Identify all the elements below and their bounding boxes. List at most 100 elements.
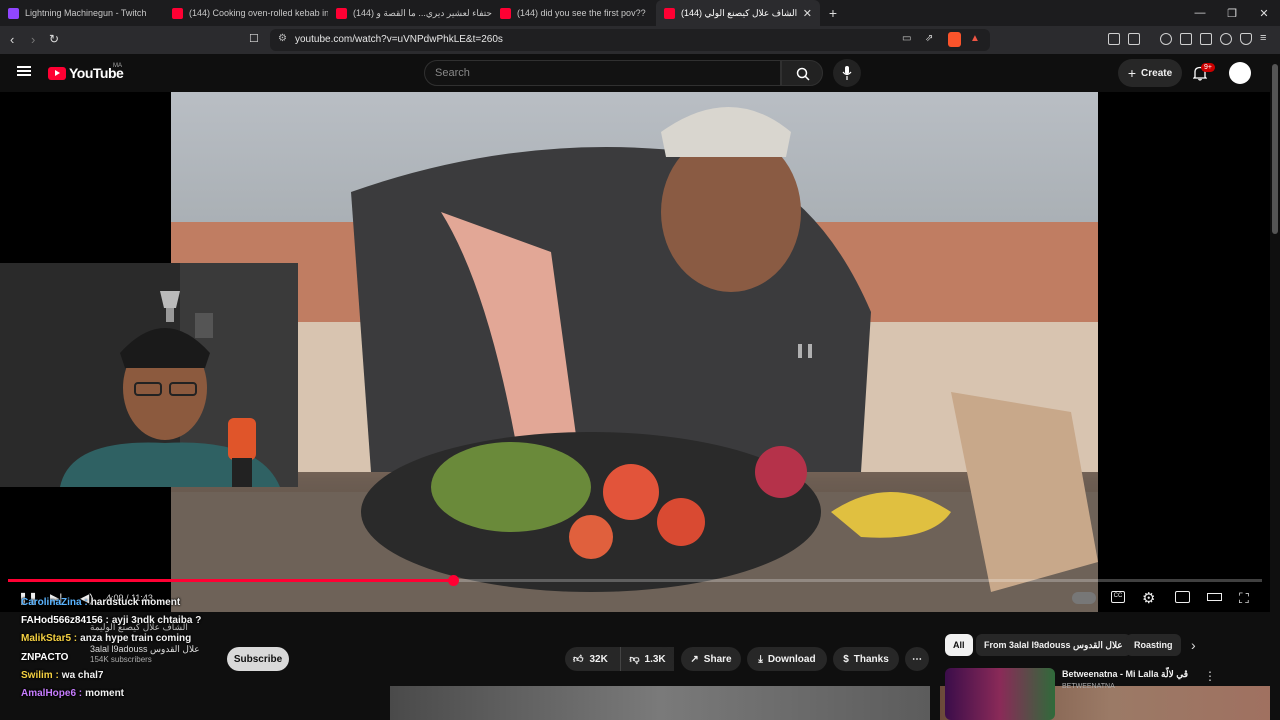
- recommendation-title[interactable]: Betweenatna - Mi Lalla ڨي لالّة: [1062, 669, 1188, 680]
- back-icon[interactable]: ‹: [10, 32, 14, 47]
- chat-message: FAHod566z84156 : ayji 3ndk chtaiba ?: [21, 612, 401, 630]
- window-controls: — ❐ ✕: [1184, 0, 1280, 26]
- dislike-count: 1.3K: [644, 653, 666, 665]
- vpn-icon[interactable]: [1240, 33, 1252, 45]
- reload-icon[interactable]: ↻: [49, 32, 59, 46]
- browser-tab-strip: Lightning Machinegun - Twitch (144) Cook…: [0, 0, 1280, 26]
- search-input[interactable]: [435, 67, 765, 79]
- tab-title: (144) الشاف علال كيصنع الولي: [681, 7, 798, 18]
- autoplay-toggle[interactable]: [1072, 592, 1096, 604]
- menu-icon[interactable]: ≡: [1260, 32, 1266, 44]
- tab-title: Lightning Machinegun - Twitch: [25, 8, 147, 18]
- thumbs-down-icon: 👎︎: [629, 654, 640, 665]
- media-icon[interactable]: [1160, 33, 1172, 45]
- cast-icon[interactable]: ▭: [902, 33, 911, 44]
- youtube-icon: [664, 7, 675, 19]
- stream-chat-overlay: CarolinaZina : hardstuck moment FAHod566z8…: [21, 594, 401, 703]
- recommendation-channel[interactable]: BETWEENATNA: [1062, 683, 1115, 690]
- fullscreen-icon[interactable]: ⛶: [1239, 590, 1249, 607]
- captions-icon[interactable]: CC: [1111, 591, 1125, 603]
- thanks-button[interactable]: $ Thanks: [833, 647, 899, 671]
- chat-message: Swilim : wa chal7: [21, 667, 401, 685]
- hamburger-menu-icon[interactable]: [17, 66, 31, 76]
- browser-tab[interactable]: (144) احتفاء لعشير ديري... ما القصة و: [328, 0, 492, 26]
- notification-badge: 9+: [1201, 63, 1215, 72]
- sidebar-icon[interactable]: [1180, 33, 1192, 45]
- url-text: youtube.com/watch?v=uVNPdwPhkLE&t=260s: [295, 34, 503, 45]
- wallet2-icon[interactable]: [1200, 33, 1212, 45]
- video-content-image: [171, 107, 1098, 612]
- thanks-label: Thanks: [853, 653, 889, 665]
- voice-search-button[interactable]: [833, 59, 861, 87]
- country-code: MA: [113, 63, 122, 69]
- dislike-button[interactable]: 👎︎ 1.3K: [620, 647, 674, 671]
- progress-fill: [8, 579, 454, 582]
- restore-icon[interactable]: ❐: [1216, 0, 1248, 26]
- youtube-icon: [500, 7, 511, 19]
- chevron-right-icon[interactable]: ›: [1191, 637, 1196, 653]
- share-label: Share: [703, 653, 732, 665]
- chat-text: ayji 3ndk chtaiba ?: [111, 615, 202, 627]
- browser-tab[interactable]: (144) did you see the first pov??: [492, 0, 656, 26]
- more-actions-button[interactable]: ⋯: [905, 647, 929, 671]
- theater-mode-icon[interactable]: [1207, 593, 1222, 601]
- site-info-icon[interactable]: ⚙: [278, 33, 287, 44]
- description-background: [390, 686, 930, 720]
- download-icon: ⤓: [758, 653, 763, 665]
- extensions-icon[interactable]: [1108, 33, 1120, 45]
- settings-icon[interactable]: ⚙: [1142, 589, 1155, 607]
- download-button[interactable]: ⤓ Download: [747, 647, 827, 671]
- share-button[interactable]: ↗ Share: [681, 647, 741, 671]
- twitch-icon: [8, 7, 19, 19]
- close-window-icon[interactable]: ✕: [1248, 0, 1280, 26]
- progress-bar[interactable]: [8, 575, 1262, 586]
- youtube-masthead: YouTube MA + Create 9+: [0, 54, 1280, 92]
- microphone-icon: [842, 66, 852, 80]
- chat-text: wa chal7: [61, 669, 104, 681]
- page-scrollbar[interactable]: [1270, 54, 1280, 720]
- pause-overlay-icon: [798, 344, 812, 358]
- chip-roasting[interactable]: Roasting: [1126, 634, 1181, 656]
- recommendation-menu-icon[interactable]: ⋮: [1204, 669, 1216, 683]
- avatar[interactable]: [1229, 62, 1251, 84]
- chip-from-channel[interactable]: From 3alal l9adouss علال القدوس: [976, 634, 1131, 656]
- wallet-icon[interactable]: [1128, 33, 1140, 45]
- bookmark-icon[interactable]: ☐: [249, 32, 259, 45]
- miniplayer-icon[interactable]: [1175, 591, 1190, 603]
- new-tab-button[interactable]: +: [820, 5, 846, 21]
- minimize-icon[interactable]: —: [1184, 0, 1216, 26]
- youtube-icon: [172, 7, 183, 19]
- chat-message: ZNPACTO: [21, 649, 401, 667]
- thanks-icon: $: [843, 653, 849, 665]
- chip-all[interactable]: All: [945, 634, 973, 656]
- chat-text: anza hype train coming: [80, 633, 192, 645]
- tab-title: (144) Cooking oven-rolled kebab in: [189, 8, 328, 18]
- browser-tab-active[interactable]: (144) الشاف علال كيصنع الولي ✕: [656, 0, 820, 26]
- browser-tab[interactable]: Lightning Machinegun - Twitch: [0, 0, 164, 26]
- tab-title: (144) احتفاء لعشير ديري... ما القصة و: [353, 7, 492, 18]
- create-button[interactable]: + Create: [1118, 59, 1182, 87]
- chat-text: moment: [85, 688, 125, 700]
- forward-icon[interactable]: ›: [31, 32, 35, 47]
- address-bar[interactable]: ⚙ youtube.com/watch?v=uVNPdwPhkLE&t=260s…: [270, 29, 990, 51]
- search-button[interactable]: [781, 60, 823, 86]
- youtube-play-icon: [48, 66, 66, 80]
- share-page-icon[interactable]: ⇗: [925, 33, 933, 44]
- chat-username: CarolinaZina :: [21, 597, 88, 608]
- scrollbar-thumb[interactable]: [1272, 64, 1278, 234]
- brave-shield-icon[interactable]: [948, 32, 961, 47]
- recommendation-thumbnail[interactable]: [945, 668, 1055, 720]
- youtube-icon: [336, 7, 347, 19]
- video-frame[interactable]: [171, 92, 1098, 612]
- like-count: 32K: [589, 653, 608, 665]
- leo-icon[interactable]: [1220, 33, 1232, 45]
- chat-username: AmalHope6 :: [21, 688, 83, 700]
- thumbs-up-icon: 👍︎: [573, 654, 584, 665]
- close-tab-icon[interactable]: ✕: [803, 7, 812, 20]
- create-label: Create: [1141, 67, 1173, 79]
- chat-message: CarolinaZina : hardstuck moment: [21, 594, 401, 612]
- brave-rewards-icon[interactable]: ▲: [970, 33, 980, 44]
- browser-tab[interactable]: (144) Cooking oven-rolled kebab in: [164, 0, 328, 26]
- search-box[interactable]: [424, 60, 781, 86]
- chat-username: MalikStar5 :: [21, 633, 78, 645]
